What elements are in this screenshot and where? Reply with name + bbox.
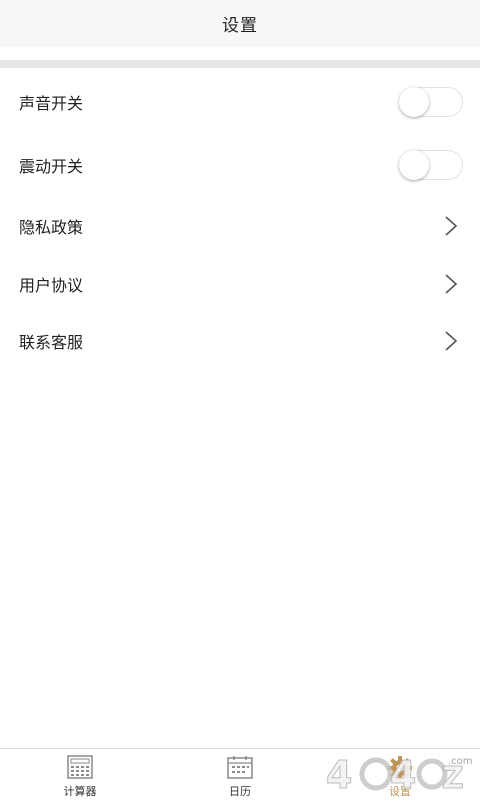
svg-text:.com: .com	[448, 756, 473, 767]
toggle-knob	[399, 87, 429, 117]
privacy-policy-item[interactable]: 隐私政策	[0, 198, 480, 254]
chevron-right-icon	[445, 216, 458, 236]
section-divider	[0, 60, 480, 68]
page-title: 设置	[222, 16, 258, 36]
site-watermark-logo: 4 4 Z .com	[326, 753, 473, 795]
customer-service-item[interactable]: 联系客服	[0, 313, 480, 369]
svg-text:4: 4	[390, 753, 416, 794]
sound-toggle-label: 声音开关	[19, 94, 84, 113]
sound-toggle-row[interactable]: 声音开关	[0, 74, 480, 130]
tab-calculator-label: 计算器	[63, 785, 97, 798]
chevron-right-icon	[445, 274, 458, 294]
tab-calendar[interactable]: 日历	[180, 749, 300, 801]
user-agreement-label: 用户协议	[19, 276, 84, 295]
calculator-icon	[67, 755, 93, 779]
customer-service-label: 联系客服	[19, 333, 84, 352]
tab-calculator[interactable]: 计算器	[20, 749, 140, 801]
privacy-policy-label: 隐私政策	[19, 218, 84, 237]
vibration-toggle[interactable]	[399, 150, 463, 180]
vibration-toggle-row[interactable]: 震动开关	[0, 137, 480, 193]
tab-calendar-label: 日历	[229, 785, 251, 798]
app-header: 设置	[0, 0, 480, 47]
chevron-right-icon	[445, 331, 458, 351]
calendar-icon	[227, 756, 253, 779]
toggle-knob	[399, 150, 429, 180]
svg-text:4: 4	[326, 753, 352, 794]
sound-toggle[interactable]	[399, 87, 463, 117]
vibration-toggle-label: 震动开关	[19, 157, 84, 176]
user-agreement-item[interactable]: 用户协议	[0, 256, 480, 312]
